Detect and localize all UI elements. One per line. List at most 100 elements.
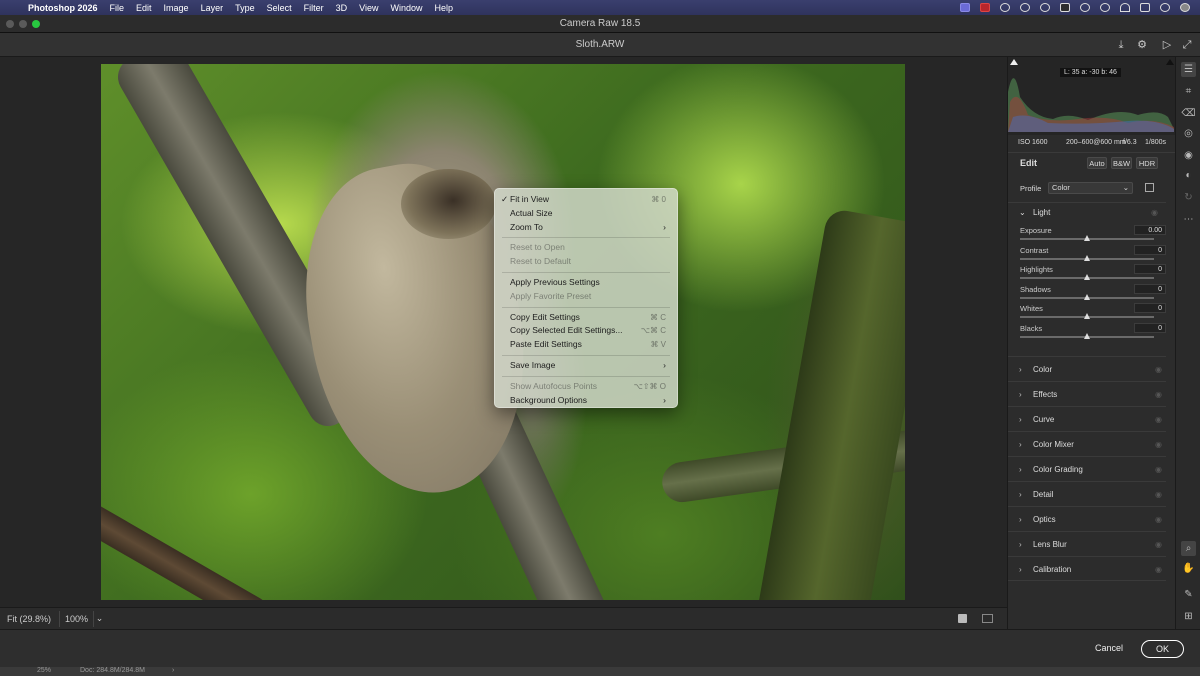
eye-icon[interactable]: ◉ (1155, 382, 1162, 407)
slider-contrast[interactable]: Contrast 0 (1020, 244, 1168, 266)
slider-value-input[interactable]: 0.00 (1134, 225, 1166, 235)
app-menu[interactable]: Photoshop 2026 (28, 3, 98, 13)
menu-type[interactable]: Type (235, 3, 255, 13)
section-color[interactable]: › Color ◉ (1008, 356, 1166, 381)
section-optics[interactable]: › Optics ◉ (1008, 506, 1166, 531)
search-icon[interactable] (1160, 3, 1170, 12)
slider-shadows[interactable]: Shadows 0 (1020, 283, 1168, 305)
eye-icon[interactable]: ◉ (1155, 432, 1162, 457)
ctx-copy-edit-settings[interactable]: Copy Edit Settings ⌘ C (500, 311, 672, 325)
section-calibration[interactable]: › Calibration ◉ (1008, 556, 1166, 581)
menu-image[interactable]: Image (164, 3, 189, 13)
app-status-icon[interactable] (1060, 3, 1070, 12)
siri-icon[interactable] (1180, 3, 1190, 12)
section-lens-blur[interactable]: › Lens Blur ◉ (1008, 531, 1166, 556)
crop-icon[interactable]: ⌗ (1181, 84, 1196, 99)
slider-blacks[interactable]: Blacks 0 (1020, 322, 1168, 344)
menu-help[interactable]: Help (435, 3, 454, 13)
hand-tool-icon[interactable]: ✋ (1181, 561, 1196, 576)
snapshots-icon[interactable]: ↻ (1181, 190, 1196, 205)
brightness-icon[interactable] (1000, 3, 1010, 12)
zoom-100-button[interactable]: 100% (65, 614, 88, 624)
menu-file[interactable]: File (110, 3, 125, 13)
menu-3d[interactable]: 3D (336, 3, 348, 13)
chevron-down-icon[interactable]: ⌄ (1019, 208, 1026, 217)
eye-icon[interactable]: ◉ (1155, 407, 1162, 432)
eye-icon[interactable]: ◉ (1155, 457, 1162, 482)
ctx-copy-selected-edit-settings[interactable]: Copy Selected Edit Settings... ⌥⌘ C (500, 324, 672, 338)
wifi-icon[interactable] (1120, 3, 1130, 12)
eye-icon[interactable]: ◉ (1155, 507, 1162, 532)
color-sampler-icon[interactable]: ✎ (1181, 587, 1196, 602)
zoom-tool-icon[interactable]: ⌕ (1181, 541, 1196, 556)
eraser-icon[interactable]: ⌫ (1181, 106, 1196, 121)
cancel-button[interactable]: Cancel (1086, 640, 1132, 658)
menu-edit[interactable]: Edit (136, 3, 152, 13)
accessibility-icon[interactable] (1040, 3, 1050, 12)
close-window-button[interactable] (6, 20, 14, 28)
edit-sliders-icon[interactable]: ☰ (1181, 62, 1196, 77)
more-icon[interactable]: ⋯ (1181, 212, 1196, 227)
ctx-background-options[interactable]: Background Options › (500, 394, 672, 408)
slider-value-input[interactable]: 0 (1134, 264, 1166, 274)
section-effects[interactable]: › Effects ◉ (1008, 381, 1166, 406)
minimize-window-button[interactable] (19, 20, 27, 28)
record-icon[interactable] (980, 3, 990, 12)
play-status-icon[interactable] (1080, 3, 1090, 12)
slider-thumb[interactable] (1084, 254, 1090, 261)
screen-share-icon[interactable] (960, 3, 970, 12)
slider-thumb[interactable] (1084, 332, 1090, 339)
ctx-apply-previous-settings[interactable]: Apply Previous Settings (500, 276, 672, 290)
save-icon[interactable]: ⤓ (1114, 38, 1128, 52)
section-color-grading[interactable]: › Color Grading ◉ (1008, 456, 1166, 481)
slider-thumb[interactable] (1084, 235, 1090, 241)
menu-layer[interactable]: Layer (201, 3, 224, 13)
slider-thumb[interactable] (1084, 293, 1090, 300)
masking-icon[interactable]: ◎ (1181, 126, 1196, 141)
audio-icon[interactable] (1100, 3, 1110, 12)
before-after-icon[interactable] (982, 614, 993, 623)
slider-value-input[interactable]: 0 (1134, 244, 1166, 255)
zoom-window-button[interactable] (32, 20, 40, 28)
fit-zoom-button[interactable]: Fit (29.8%) (7, 614, 51, 624)
red-eye-icon[interactable]: ◉ (1181, 148, 1196, 163)
ps-zoom-level[interactable]: 25% (37, 667, 51, 674)
grid-icon[interactable]: ⊞ (1181, 609, 1196, 624)
menu-view[interactable]: View (359, 3, 378, 13)
section-color-mixer[interactable]: › Color Mixer ◉ (1008, 431, 1166, 456)
ctx-fit-in-view[interactable]: ✓ Fit in View ⌘ 0 (500, 193, 672, 207)
bw-button[interactable]: B&W (1111, 157, 1132, 169)
canvas-area[interactable]: ✓ Fit in View ⌘ 0 Actual Size Zoom To › Res… (0, 57, 1007, 607)
section-curve[interactable]: › Curve ◉ (1008, 406, 1166, 431)
slider-thumb[interactable] (1084, 274, 1090, 280)
highlight-clipping-icon[interactable] (1166, 59, 1174, 65)
slider-exposure[interactable]: Exposure 0.00 (1020, 225, 1168, 246)
slider-value-input[interactable]: 0 (1134, 283, 1166, 294)
slider-value-input[interactable]: 0 (1134, 303, 1166, 313)
single-view-icon[interactable] (958, 614, 967, 623)
menu-window[interactable]: Window (390, 3, 422, 13)
light-section-header[interactable]: Light (1033, 208, 1050, 217)
slider-thumb[interactable] (1084, 313, 1090, 319)
slider-value-input[interactable]: 0 (1134, 322, 1166, 333)
chevron-right-icon[interactable]: › (172, 667, 174, 674)
profile-select[interactable]: Color ⌄ (1048, 182, 1133, 194)
eye-icon[interactable]: ◉ (1155, 357, 1162, 382)
hdr-button[interactable]: HDR (1136, 157, 1158, 169)
present-icon[interactable]: ▷ (1160, 38, 1174, 52)
control-center-icon[interactable] (1140, 3, 1150, 12)
profile-browser-icon[interactable] (1145, 183, 1154, 192)
ctx-paste-edit-settings[interactable]: Paste Edit Settings ⌘ V (500, 338, 672, 352)
menu-filter[interactable]: Filter (304, 3, 324, 13)
ok-button[interactable]: OK (1141, 640, 1184, 658)
eye-icon[interactable]: ◉ (1155, 532, 1162, 557)
eye-icon[interactable]: ◉ (1151, 208, 1158, 217)
eye-icon[interactable]: ◉ (1155, 557, 1162, 582)
fullscreen-icon[interactable]: ⤢ (1180, 38, 1194, 52)
slider-highlights[interactable]: Highlights 0 (1020, 264, 1168, 285)
section-detail[interactable]: › Detail ◉ (1008, 481, 1166, 506)
menu-select[interactable]: Select (267, 3, 292, 13)
zoom-dropdown-icon[interactable]: ⌄ (93, 611, 105, 627)
ctx-save-image[interactable]: Save Image › (500, 359, 672, 373)
focus-icon[interactable] (1020, 3, 1030, 12)
